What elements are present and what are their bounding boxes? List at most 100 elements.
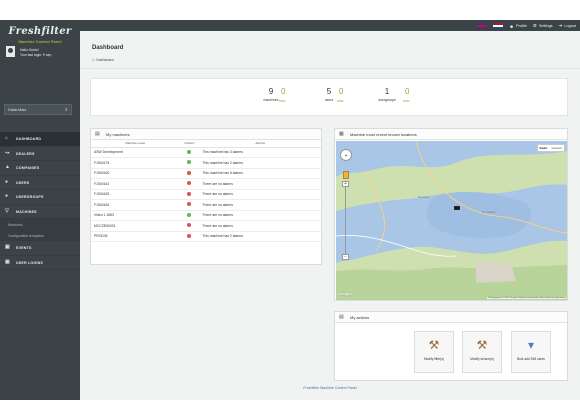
panel-header: ▤ My machines [91,129,321,140]
google-logo: Google [338,291,352,296]
sidebar: Freshfilter Machine Control Panel Hallo … [0,20,80,400]
stat-new-value: 0 [339,87,344,96]
user-select[interactable]: Guido Mars ⇕ [4,104,72,115]
map-type-map[interactable]: Kaart [538,145,550,151]
user-icon: ☻ [509,23,515,29]
zoom-out-button[interactable]: − [342,254,349,260]
user-last-login: Your last login: 9 sep [20,53,52,57]
sidebar-item-events[interactable]: ▣ EVENTS [0,241,80,256]
alarms-text: There are no alarms [199,199,321,211]
filter-icon: ▽ [5,207,10,214]
actions-panel: ▤ My actions ⚒ Modify filter(s) ⚒ Modify … [334,311,568,381]
top-bar-actions: ☻ Profile ⚙ Settings ➜ Logout [477,22,576,30]
english-flag-icon[interactable] [477,23,488,29]
stat-label: users [324,98,334,102]
profile-label: Profile [516,24,527,28]
sidebar-item-label: DEALERS [16,151,35,156]
sidebar-item-users[interactable]: ● USERS [0,176,80,190]
sidebar-item-dealers[interactable]: ↝ DEALERS [0,147,80,161]
stat-usergroups[interactable]: 1 usergroups 0 new [357,87,417,103]
logout-icon: ➜ [558,23,563,28]
map-type-satellite[interactable]: Satelliet [549,145,564,151]
machine-name[interactable]: ASW Development [91,147,180,158]
online-status [179,157,200,169]
company-icon: ▲ [5,164,11,170]
stat-new-label: new [279,99,286,103]
column-header[interactable]: Online? [179,140,200,148]
gear-icon: ⚙ [532,23,537,28]
events-icon: ▣ [5,244,10,250]
zoom-slider[interactable] [345,184,346,256]
stats-bar: 9 machines 0 new 5 users 0 new 1 usergro… [90,78,568,116]
stat-users[interactable]: 5 users 0 new [299,87,359,103]
table-row[interactable]: ASW Development This machine has 3 alarms [91,147,321,158]
online-status [179,178,200,190]
logout-link[interactable]: ➜ Logout [559,23,576,29]
modify-sensors-button[interactable]: ⚒ Modify sensor(s) [462,331,502,373]
logout-label: Logout [564,24,576,28]
action-label: Modify filter(s) [423,357,444,361]
machine-name[interactable]: F1504163 [91,189,180,200]
table-row[interactable]: PROD05 This machine has 2 alarms [91,231,321,242]
online-status [179,147,200,158]
tools-icon: ⚒ [428,338,440,352]
map-type-toggle[interactable]: Kaart Satelliet [536,144,565,152]
action-label: Bulk add SIM cards [517,357,545,361]
sidebar-item-companies[interactable]: ▲ COMPANIES [0,161,80,176]
sidebar-item-label: USER LOGINS [16,260,43,265]
table-row[interactable]: F1504163 There are no alarms [91,189,321,200]
machine-name[interactable]: MCCZE60001 [91,220,180,232]
stat-machines[interactable]: 9 machines 0 new [241,87,301,103]
sidebar-subitem-machines[interactable]: Machines [0,219,80,230]
page-title: Dashboard [92,45,124,51]
machine-name[interactable]: PROD05 [91,231,180,242]
stat-new-value: 0 [405,87,410,96]
table-row[interactable]: F1504164 There are no alarms [91,199,321,211]
table-row[interactable]: F1504160 This machine has 8 alarms [91,168,321,179]
machine-name[interactable]: Video 1.1563 [91,210,180,221]
sidebar-item-user-logins[interactable]: ▣ USER LOGINS [0,256,80,270]
table-row[interactable]: F1504175 This machine has 2 alarms [91,157,321,169]
column-header[interactable]: Alarms [199,140,321,148]
home-icon: ⌂ [92,57,95,62]
machine-marker-icon[interactable] [454,206,460,210]
table-row[interactable]: MCCZE60001 There are no alarms [91,220,321,232]
map-label: De Gulden [482,210,496,214]
pan-control-icon[interactable]: ✦ [340,149,352,161]
offline-dot-icon [187,223,192,228]
sim-icon: ▾ [527,338,535,352]
machine-name[interactable]: F1504164 [91,199,180,211]
sidebar-item-machines[interactable]: ▽ MACHINES [0,205,80,219]
dutch-flag-icon[interactable] [493,23,504,29]
sidebar-item-dashboard[interactable]: ⌂ DASHBOARD [0,132,80,147]
offline-dot-icon [187,202,192,207]
breadcrumb[interactable]: ⌂ Dashboard [92,57,114,62]
tools-icon: ⚒ [476,338,488,352]
table-row[interactable]: F1504161 There are no alarms [91,178,321,190]
offline-dot-icon [187,181,192,186]
streetview-pegman-icon[interactable] [343,171,349,179]
stat-label: machines [263,98,279,102]
modify-filters-button[interactable]: ⚒ Modify filter(s) [414,331,454,373]
offline-dot-icon [187,170,192,175]
chart-icon: ▤ [339,314,344,320]
online-dot-icon [187,160,192,165]
machine-name[interactable]: F1504175 [91,157,180,169]
map-label: Flevoland [418,196,429,199]
map-attribution[interactable]: Kaartgegevens ©2015 Google Gebruiksvoorw… [486,297,566,299]
machines-panel: ▤ My machines Machine name Online? Alarms… [90,128,322,265]
settings-link[interactable]: ⚙ Settings [533,23,553,29]
machine-name[interactable]: F1504161 [91,178,180,190]
zoom-in-button[interactable]: + [342,181,349,187]
sidebar-item-usergroups[interactable]: ● USERGROUPS [0,190,80,205]
sidebar-subitem-config-templates[interactable]: Configuration templates [0,230,80,241]
table-row[interactable]: Video 1.1563 There are no alarms [91,210,321,221]
map-view[interactable]: Kaart Satelliet ✦ + − Flevoland De Gulde… [336,141,567,300]
users-icon: ● [5,193,9,199]
offline-dot-icon [187,233,192,238]
alarms-text: There are no alarms [199,220,321,232]
bulk-add-sim-button[interactable]: ▾ Bulk add SIM cards [511,331,551,373]
column-header[interactable]: Machine name [91,140,180,148]
profile-link[interactable]: ☻ Profile [509,24,527,29]
machine-name[interactable]: F1504160 [91,168,180,179]
